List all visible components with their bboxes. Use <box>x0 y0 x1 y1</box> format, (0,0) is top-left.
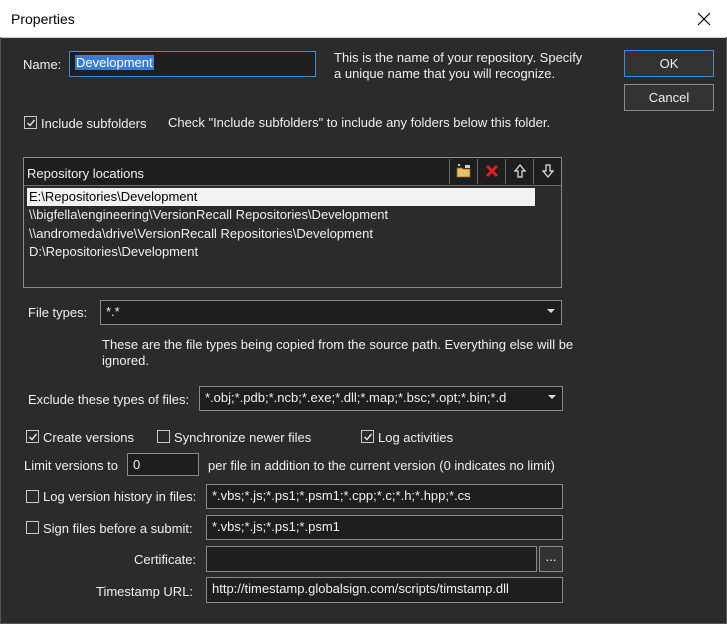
exclude-types-combo[interactable]: *.obj;*.pdb;*.ncb;*.exe;*.dll;*.map;*.bs… <box>199 386 563 411</box>
certificate-browse-button[interactable]: ... <box>539 546 563 572</box>
certificate-input[interactable] <box>206 546 537 572</box>
file-types-combo[interactable]: *.* <box>100 300 562 325</box>
include-subfolders-help: Check "Include subfolders" to include an… <box>168 115 551 130</box>
repository-locations-title: Repository locations <box>27 166 145 181</box>
move-up-icon <box>513 164 527 178</box>
cancel-button[interactable]: Cancel <box>624 84 714 111</box>
name-help-line1: This is the name of your repository. Spe… <box>334 50 583 65</box>
name-input-value: Development <box>75 55 154 70</box>
create-versions-label[interactable]: Create versions <box>43 430 134 445</box>
ok-button[interactable]: OK <box>624 50 714 77</box>
title-bar: Properties <box>0 0 727 38</box>
checkmark-icon <box>27 119 36 127</box>
limit-versions-suffix: per file in addition to the current vers… <box>208 458 555 473</box>
file-types-help-line2: ignored. <box>102 353 149 368</box>
chevron-down-icon <box>548 395 556 399</box>
log-history-input[interactable]: *.vbs;*.js;*.ps1;*.psm1;*.cpp;*.c;*.h;*.… <box>206 484 563 509</box>
include-subfolders-label[interactable]: Include subfolders <box>41 116 147 131</box>
repository-locations-panel: Repository locations E:\Repositories\Dev… <box>23 157 562 288</box>
location-item[interactable]: E:\Repositories\Development <box>27 188 535 206</box>
exclude-types-label: Exclude these types of files: <box>28 392 190 407</box>
file-types-label: File types: <box>28 305 88 320</box>
limit-versions-label: Limit versions to <box>24 458 118 473</box>
timestamp-label: Timestamp URL: <box>96 584 194 599</box>
log-activities-label[interactable]: Log activities <box>378 430 453 445</box>
log-history-checkbox[interactable] <box>26 490 39 503</box>
log-history-label[interactable]: Log version history in files: <box>43 489 196 504</box>
create-versions-checkbox[interactable] <box>26 430 39 443</box>
log-activities-checkbox[interactable] <box>361 430 374 443</box>
sync-newer-label[interactable]: Synchronize newer files <box>174 430 311 445</box>
sync-newer-checkbox[interactable] <box>157 430 170 443</box>
log-history-value: *.vbs;*.js;*.ps1;*.psm1;*.cpp;*.c;*.h;*.… <box>212 488 471 503</box>
checkmark-icon <box>29 433 38 441</box>
file-types-help-line1: These are the file types being copied fr… <box>102 337 574 352</box>
sign-files-input[interactable]: *.vbs;*.js;*.ps1;*.psm1 <box>206 515 563 540</box>
location-item[interactable]: D:\Repositories\Development <box>27 243 198 261</box>
timestamp-value: http://timestamp.globalsign.com/scripts/… <box>212 581 509 596</box>
add-location-button[interactable] <box>449 159 477 184</box>
name-label: Name: <box>23 57 62 72</box>
name-help-line2: a unique name that you will recognize. <box>334 66 556 81</box>
repository-locations-header: Repository locations <box>24 158 561 186</box>
delete-icon <box>485 164 499 178</box>
sign-files-label[interactable]: Sign files before a submit: <box>43 521 193 536</box>
timestamp-input[interactable]: http://timestamp.globalsign.com/scripts/… <box>206 577 563 603</box>
add-folder-icon <box>456 164 471 178</box>
location-item[interactable]: \\bigfella\engineering\VersionRecall Rep… <box>27 206 388 224</box>
move-down-icon <box>541 164 555 178</box>
checkmark-icon <box>364 433 373 441</box>
include-subfolders-checkbox[interactable] <box>24 116 37 129</box>
sign-files-value: *.vbs;*.js;*.ps1;*.psm1 <box>212 519 340 534</box>
name-input[interactable]: Development <box>69 51 316 77</box>
close-button[interactable] <box>681 0 727 37</box>
chevron-down-icon <box>547 309 555 313</box>
close-icon <box>697 12 711 26</box>
sign-files-checkbox[interactable] <box>26 521 39 534</box>
exclude-types-value: *.obj;*.pdb;*.ncb;*.exe;*.dll;*.map;*.bs… <box>205 390 507 405</box>
certificate-label: Certificate: <box>134 552 197 567</box>
window-title: Properties <box>11 11 75 27</box>
move-up-button[interactable] <box>505 159 533 184</box>
file-types-value: *.* <box>106 304 120 319</box>
delete-location-button[interactable] <box>477 159 505 184</box>
location-item[interactable]: \\andromeda\drive\VersionRecall Reposito… <box>27 225 373 243</box>
limit-versions-value: 0 <box>133 457 141 472</box>
move-down-button[interactable] <box>533 159 561 184</box>
limit-versions-input[interactable]: 0 <box>127 453 199 476</box>
